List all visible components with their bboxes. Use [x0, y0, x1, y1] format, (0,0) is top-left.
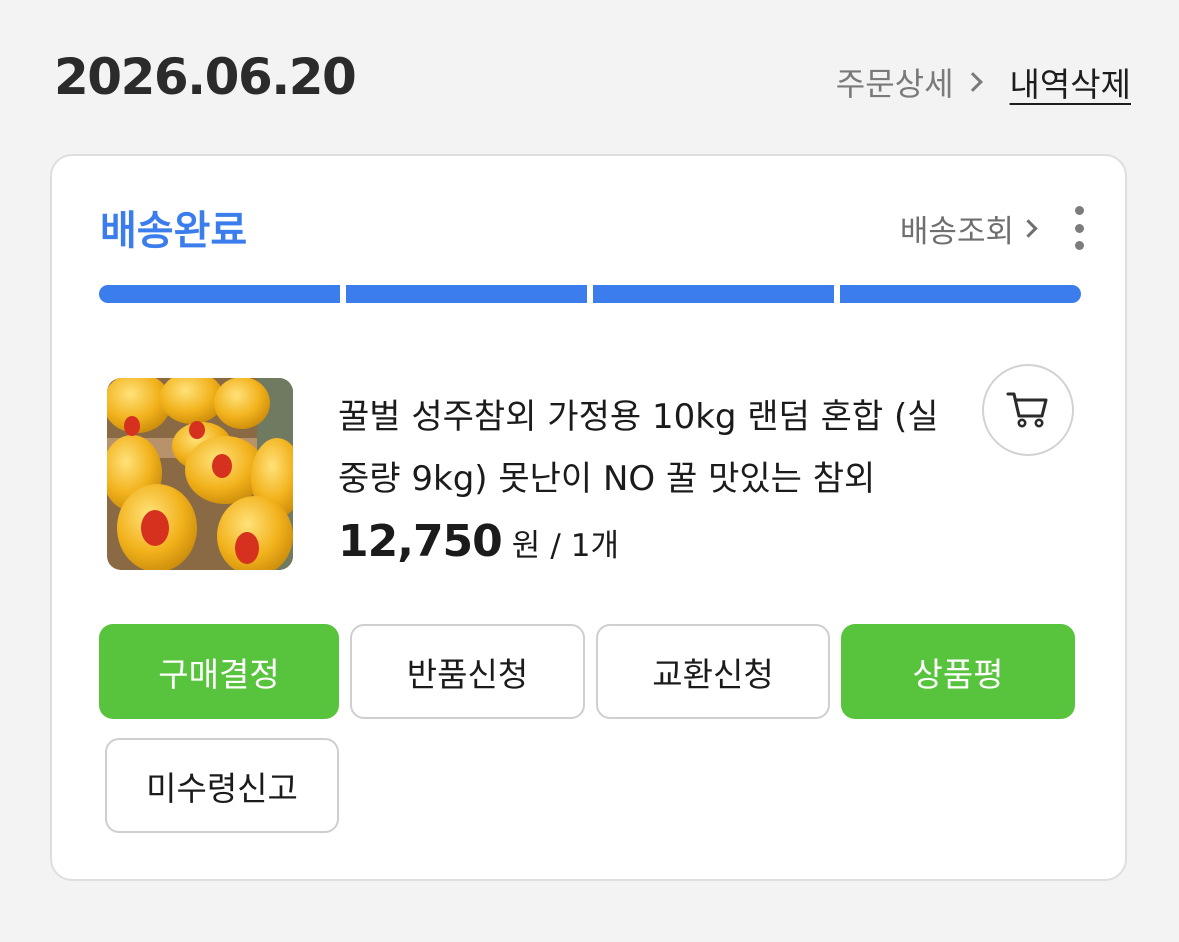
progress-step — [840, 285, 1081, 303]
price-separator: / — [550, 528, 561, 564]
track-delivery-label: 배송조회 — [899, 214, 1014, 250]
product-quantity: 1개 — [570, 528, 620, 564]
order-detail-link[interactable]: 주문상세 — [836, 59, 1010, 105]
progress-step — [346, 285, 587, 303]
report-not-received-button[interactable]: 미수령신고 — [105, 738, 339, 833]
add-to-cart-button[interactable] — [982, 364, 1074, 456]
product-name[interactable]: 꿀벌 성주참외 가정용 10kg 랜덤 혼합 (실중량 9kg) 못난이 NO … — [338, 386, 948, 510]
confirm-purchase-button[interactable]: 구매결정 — [99, 624, 339, 719]
progress-step — [99, 285, 340, 303]
chevron-right-icon — [962, 72, 983, 92]
exchange-request-button[interactable]: 교환신청 — [596, 624, 830, 719]
order-date: 2026.06.20 — [54, 48, 357, 106]
track-delivery-link[interactable]: 배송조회 — [899, 206, 1038, 251]
progress-step — [593, 285, 834, 303]
order-detail-label: 주문상세 — [835, 65, 954, 103]
cart-icon — [1006, 392, 1048, 428]
delivery-progress-bar — [99, 285, 1081, 303]
price-row: 12,750 원 / 1개 — [338, 516, 619, 567]
order-header-actions: 주문상세 내역삭제 — [836, 58, 1131, 106]
price-currency: 원 — [511, 528, 541, 564]
more-options-icon[interactable] — [1073, 206, 1085, 250]
return-request-button[interactable]: 반품신청 — [350, 624, 585, 719]
chevron-right-icon — [1019, 219, 1038, 238]
product-thumbnail[interactable] — [107, 378, 293, 570]
product-price: 12,750 — [338, 516, 503, 567]
write-review-button[interactable]: 상품평 — [841, 624, 1075, 719]
delivery-status: 배송완료 — [100, 208, 248, 254]
order-card: 배송완료 배송조회 꿀벌 성주참외 가정용 10kg 랜덤 혼합 (실중량 9k… — [50, 154, 1127, 881]
delete-history-link[interactable]: 내역삭제 — [1010, 58, 1131, 106]
